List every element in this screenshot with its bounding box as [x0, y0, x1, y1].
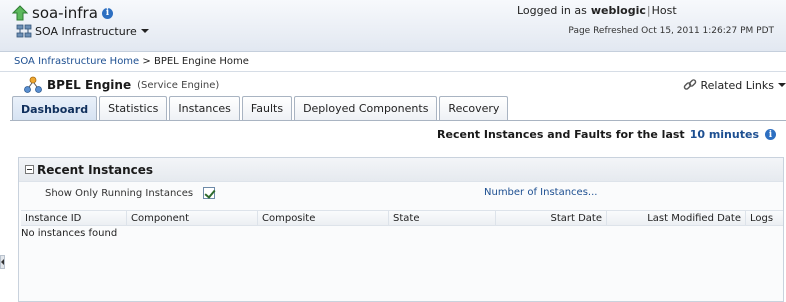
show-running-label: Show Only Running Instances	[45, 187, 194, 199]
breadcrumb: SOA Infrastructure Home > BPEL Engine Ho…	[14, 56, 249, 67]
instances-table: Instance ID Component Composite State St…	[21, 210, 783, 239]
column-start-date[interactable]: Start Date	[496, 211, 607, 226]
login-info: Logged in as weblogic|Host	[517, 4, 677, 17]
chevron-down-icon[interactable]	[140, 29, 149, 33]
related-links-label[interactable]: Related Links	[700, 79, 774, 92]
page-refreshed-label: Page Refreshed Oct 15, 2011 1:26:27 PM P…	[568, 26, 774, 36]
logged-in-label: Logged in as	[517, 4, 587, 17]
tab-recovery[interactable]: Recovery	[439, 96, 509, 120]
app-title-row: soa-infra i	[12, 4, 113, 22]
number-of-instances-link[interactable]: Number of Instances...	[484, 187, 597, 198]
breadcrumb-separator: >	[139, 56, 154, 67]
breadcrumb-soa-home[interactable]: SOA Infrastructure Home	[14, 56, 139, 67]
info-icon[interactable]: i	[765, 129, 776, 140]
info-icon[interactable]: i	[101, 7, 113, 19]
column-state[interactable]: State	[389, 211, 496, 226]
column-composite[interactable]: Composite	[258, 211, 389, 226]
recent-filter-bar: Recent Instances and Faults for the last…	[437, 128, 776, 141]
user-name[interactable]: weblogic	[591, 4, 646, 17]
page-header: soa-infra i SOA Infrastructure Logged in…	[0, 0, 786, 52]
server-tree-icon	[16, 24, 32, 38]
recent-instances-header[interactable]: Recent Instances	[19, 158, 783, 182]
login-separator: |	[646, 4, 651, 17]
column-last-modified-date[interactable]: Last Modified Date	[607, 211, 746, 226]
tab-deployed-components[interactable]: Deployed Components	[294, 96, 438, 120]
bpel-engine-icon	[24, 76, 42, 93]
tab-statistics[interactable]: Statistics	[99, 96, 168, 120]
column-logs[interactable]: Logs	[746, 211, 783, 226]
column-component[interactable]: Component	[127, 211, 258, 226]
target-navigation-menu[interactable]: SOA Infrastructure	[16, 24, 149, 38]
chevron-down-icon[interactable]	[778, 83, 786, 87]
show-running-checkbox[interactable]	[203, 187, 216, 199]
tab-faults[interactable]: Faults	[241, 96, 293, 120]
table-header: Instance ID Component Composite State St…	[21, 210, 783, 226]
target-menu-label[interactable]: SOA Infrastructure	[35, 25, 137, 38]
recent-instances-region: Recent Instances Show Only Running Insta…	[18, 157, 784, 302]
page-title: BPEL Engine	[47, 78, 132, 92]
page-subtitle: (Service Engine)	[137, 79, 220, 91]
tab-underline	[10, 120, 786, 121]
tab-instances[interactable]: Instances	[169, 96, 240, 120]
app-title: soa-infra	[32, 4, 98, 22]
breadcrumb-current: BPEL Engine Home	[153, 56, 249, 67]
tab-bar: Dashboard Statistics Instances Faults De…	[12, 96, 510, 121]
related-links-menu[interactable]: Related Links	[683, 78, 786, 92]
green-up-arrow-icon	[12, 5, 28, 21]
tab-dashboard[interactable]: Dashboard	[12, 96, 98, 121]
running-filter-row: Show Only Running Instances	[45, 187, 216, 199]
recent-instances-title: Recent Instances	[37, 162, 154, 177]
column-instance-id[interactable]: Instance ID	[21, 211, 127, 226]
link-chain-icon	[684, 79, 697, 90]
collapse-icon[interactable]	[25, 165, 34, 174]
breadcrumb-divider	[0, 71, 786, 72]
host-link[interactable]: Host	[652, 4, 677, 17]
empty-table-message: No instances found	[21, 228, 118, 239]
panel-collapse-handle[interactable]	[0, 255, 5, 269]
recent-period-link[interactable]: 10 minutes	[690, 128, 759, 141]
page-title-row: BPEL Engine (Service Engine)	[24, 76, 219, 94]
recent-filter-label: Recent Instances and Faults for the last	[437, 128, 685, 141]
